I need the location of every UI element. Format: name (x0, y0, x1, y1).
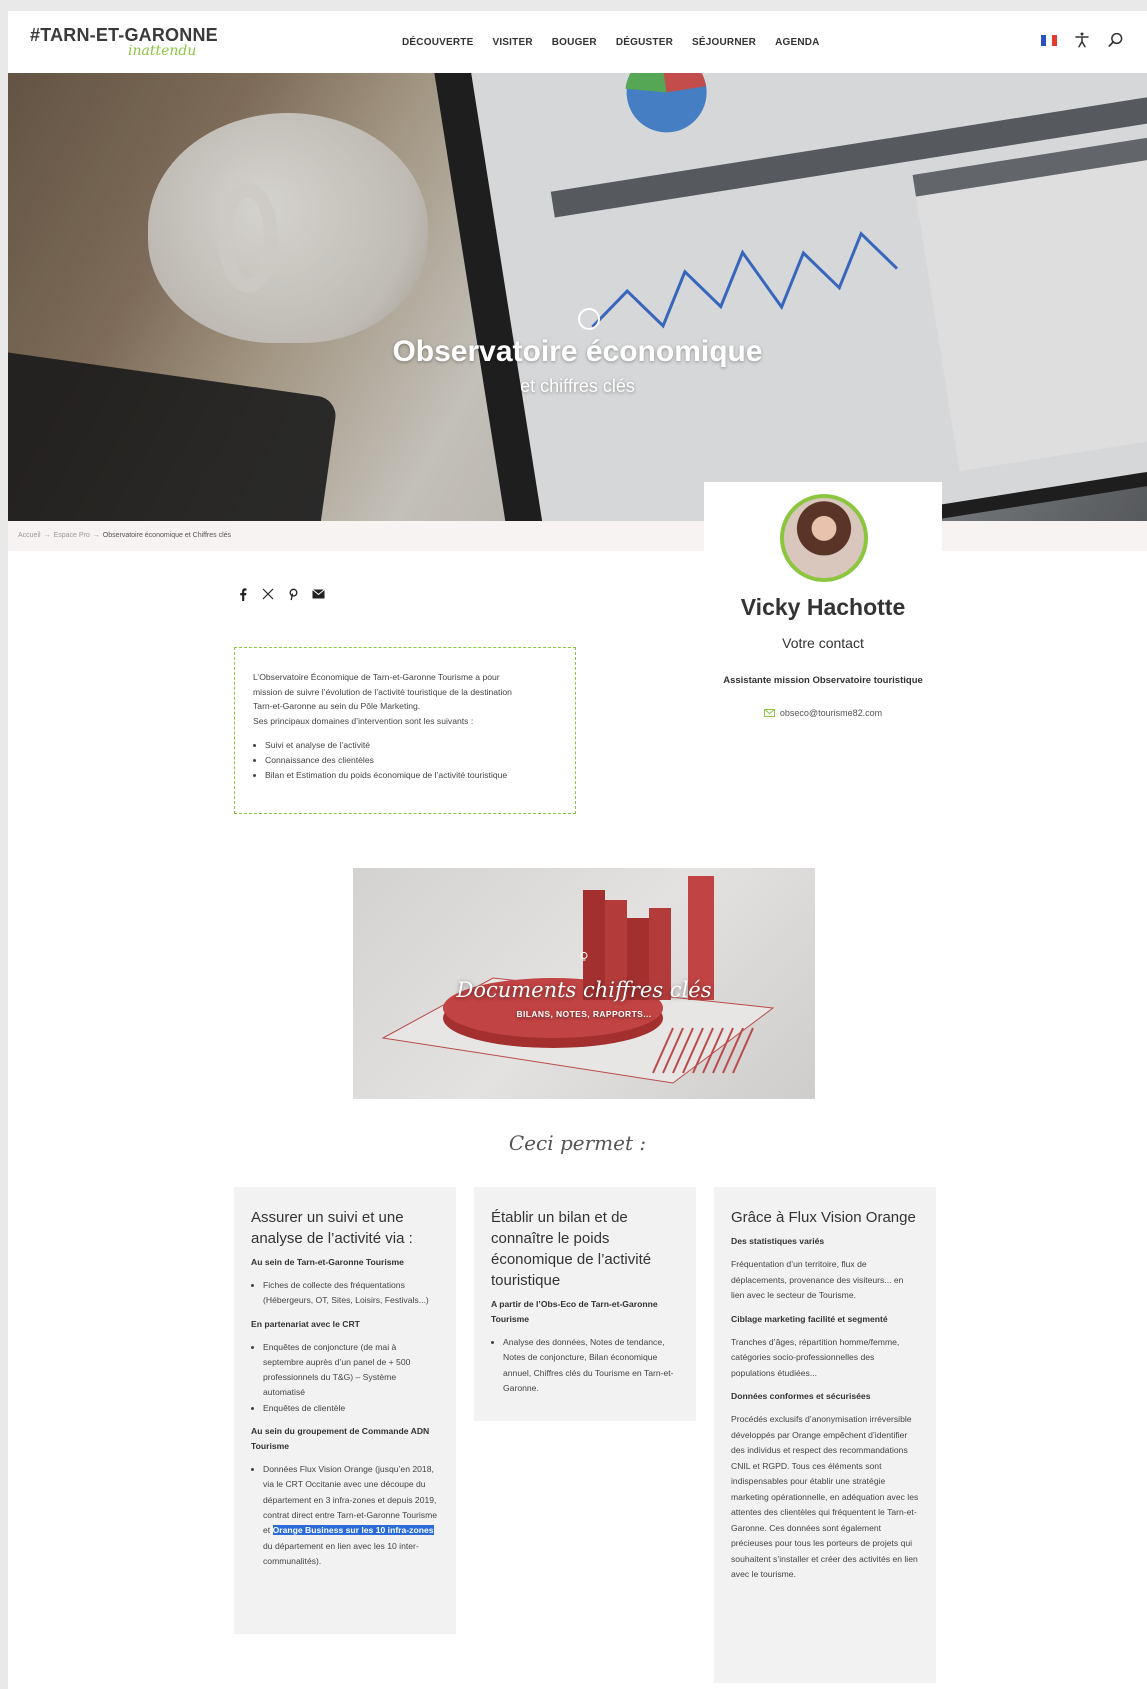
search-icon[interactable] (1107, 31, 1125, 49)
breadcrumb-current: Observatoire économique et Chiffres clés (102, 532, 232, 539)
intro-line: Ses principaux domaines d’intervention s… (253, 715, 474, 726)
column-list: Analyse des données, Notes de tendance, … (491, 1335, 679, 1396)
list-item: Suivi et analyse de l’activité (265, 738, 557, 753)
nav-visiter[interactable]: VISITER (492, 37, 532, 48)
intro-box: L’Observatoire Économique de Tarn-et-Gar… (234, 647, 576, 814)
share-bar (236, 587, 325, 601)
list-item: Fiches de collecte des fréquentations (H… (263, 1278, 439, 1309)
hero-overlay (8, 73, 1147, 521)
list-item: Analyse des données, Notes de tendance, … (503, 1335, 679, 1396)
hero-banner: Observatoire économique et chiffres clés (8, 73, 1147, 521)
selected-text-highlight: Orange Business sur les 10 infra-zones (272, 1525, 434, 1536)
flag-fr-icon[interactable] (1041, 34, 1057, 46)
documents-subtitle: BILANS, NOTES, RAPPORTS... (516, 1009, 652, 1019)
column-list: Données Flux Vision Orange (jusqu’en 201… (251, 1462, 439, 1569)
column-subheading: Des statistiques variés (731, 1236, 825, 1246)
section-heading: Ceci permet : (508, 1131, 647, 1155)
column-list: Enquêtes de conjoncture (de mai à septem… (251, 1340, 439, 1416)
mail-icon[interactable] (311, 587, 325, 601)
intro-line: mission de suivre l’évolution de l’activ… (253, 686, 512, 697)
page-title: Observatoire économique (392, 335, 763, 368)
column-paragraph: Procédés exclusifs d’anonymisation irrév… (731, 1414, 919, 1579)
facebook-icon[interactable] (236, 587, 250, 601)
column-bilan: Établir un bilan et de connaître le poid… (474, 1187, 696, 1421)
avatar (780, 494, 868, 582)
column-flux-vision: Grâce à Flux Vision Orange Des statistiq… (714, 1187, 936, 1683)
list-item: Bilan et Estimation du poids économique … (265, 768, 557, 783)
lightbulb-icon (580, 952, 588, 961)
header-tools (1041, 31, 1125, 49)
column-subheading: En partenariat avec le CRT (251, 1318, 360, 1329)
nav-deguster[interactable]: DÉGUSTER (616, 37, 673, 48)
column-title: Établir un bilan et de connaître le poid… (491, 1209, 652, 1289)
column-subheading: A partir de l’Obs-Eco de Tarn-et-Garonne… (491, 1299, 658, 1324)
x-icon[interactable] (261, 587, 275, 601)
list-item: Connaissance des clientèles (265, 753, 557, 768)
hero-circle-icon (578, 308, 600, 330)
column-title: Assurer un suivi et une analyse de l’act… (251, 1209, 413, 1247)
site-logo[interactable]: #TARN-ET-GARONNE inattendu (30, 25, 218, 59)
column-subheading: Au sein du groupement de Commande ADN To… (251, 1426, 430, 1452)
pinterest-icon[interactable] (286, 587, 300, 601)
list-item: Enquêtes de clientèle (263, 1401, 439, 1416)
logo-tagline: inattendu (128, 43, 197, 59)
column-subheading: Au sein de Tarn-et-Garonne Tourisme (251, 1257, 404, 1267)
column-paragraph: Fréquentation d’un territoire, flux de d… (731, 1259, 904, 1300)
contact-email-link[interactable]: obseco@tourisme82.com (780, 708, 882, 718)
breadcrumb-bar: Accueil → Espace Pro → Observatoire économiq… (8, 521, 1147, 551)
column-subheading: Données conformes et sécurisées (731, 1391, 871, 1401)
mail-icon (763, 709, 775, 717)
column-paragraph: Tranches d’âges, répartition homme/femme… (731, 1336, 900, 1378)
contact-heading: Votre contact (782, 635, 864, 651)
accessibility-icon[interactable] (1073, 31, 1091, 49)
page: #TARN-ET-GARONNE inattendu DÉCOUVERTE VI… (8, 11, 1147, 1689)
breadcrumb: Accueil → Espace Pro → Observatoire économiq… (18, 532, 231, 539)
site-header: #TARN-ET-GARONNE inattendu DÉCOUVERTE VI… (8, 11, 1147, 73)
documents-banner[interactable]: Documents chiffres clés BILANS, NOTES, R… (353, 868, 815, 1099)
intro-line: Tarn-et-Garonne au sein du Pôle Marketin… (253, 701, 421, 711)
intro-list: Suivi et analyse de l’activité Connaissa… (253, 738, 557, 783)
breadcrumb-separator: → (43, 532, 51, 539)
nav-agenda[interactable]: AGENDA (775, 37, 820, 48)
contact-card: Vicky Hachotte Votre contact Assistante … (704, 482, 942, 750)
nav-bouger[interactable]: BOUGER (552, 37, 597, 48)
nav-decouverte[interactable]: DÉCOUVERTE (402, 37, 473, 48)
list-item: Données Flux Vision Orange (jusqu’en 201… (263, 1462, 439, 1569)
nav-sejourner[interactable]: SÉJOURNER (692, 37, 756, 48)
main-nav: DÉCOUVERTE VISITER BOUGER DÉGUSTER SÉJOU… (402, 37, 839, 48)
page-subtitle: et chiffres clés (520, 376, 635, 396)
list-item-text: du département en lien avec les 10 inter… (263, 1540, 419, 1566)
contact-name: Vicky Hachotte (740, 594, 906, 620)
column-list: Fiches de collecte des fréquentations (H… (251, 1278, 439, 1309)
list-item: Enquêtes de conjoncture (de mai à septem… (263, 1340, 439, 1401)
breadcrumb-espace-pro[interactable]: Espace Pro (54, 532, 90, 539)
column-title: Grâce à Flux Vision Orange (731, 1209, 916, 1226)
documents-title: Documents chiffres clés (456, 978, 712, 1002)
contact-email-row: obseco@tourisme82.com (704, 708, 942, 718)
contact-role: Assistante mission Observatoire touristi… (723, 675, 923, 686)
column-suivi-analyse: Assurer un suivi et une analyse de l’act… (234, 1187, 456, 1634)
breadcrumb-home[interactable]: Accueil (18, 532, 41, 539)
intro-line: L’Observatoire Économique de Tarn-et-Gar… (253, 672, 500, 682)
breadcrumb-separator: → (92, 532, 100, 539)
column-subheading: Ciblage marketing facilité et segmenté (731, 1313, 888, 1324)
